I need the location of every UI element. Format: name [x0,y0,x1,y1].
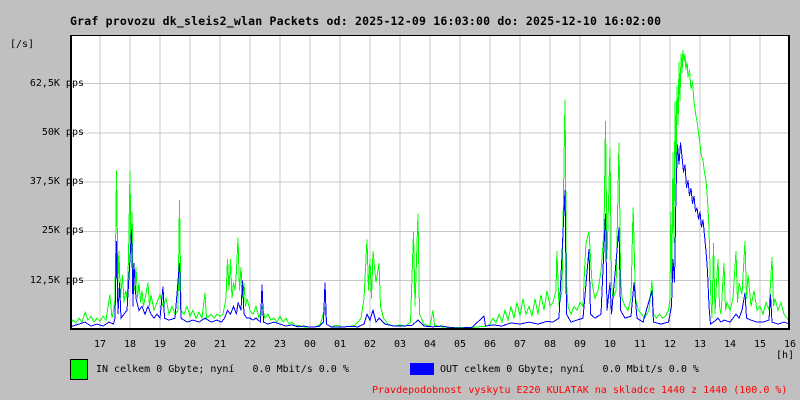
out-legend-swatch [410,363,434,375]
x-tick-label: 11 [633,339,647,350]
x-tick-label: 20 [183,339,197,350]
x-tick-label: 05 [453,339,467,350]
y-tick-label: 12,5K pps [29,274,84,286]
x-tick-label: 18 [123,339,137,350]
in-legend-label: IN celkem 0 Gbyte; nyní 0.0 Mbit/s 0.0 % [96,364,349,375]
x-tick-label: 03 [393,339,407,350]
traffic-line-chart [70,35,790,330]
x-tick-label: 10 [603,339,617,350]
x-tick-label: 01 [333,339,347,350]
x-tick-label: 00 [303,339,317,350]
x-tick-label: 02 [363,339,377,350]
x-tick-label: 06 [483,339,497,350]
x-tick-label: 13 [693,339,707,350]
x-tick-label: 23 [273,339,287,350]
x-tick-label: 22 [243,339,257,350]
x-tick-label: 17 [93,339,107,350]
plot-area [70,35,790,330]
y-tick-label: 25K pps [41,225,84,237]
x-axis-unit-label: [h] [775,350,794,361]
in-legend-swatch [70,359,88,380]
x-tick-label: 15 [753,339,767,350]
x-tick-label: 04 [423,339,437,350]
x-tick-label: 07 [513,339,527,350]
x-tick-label: 14 [723,339,737,350]
y-tick-label: 62,5K pps [29,77,84,89]
x-tick-label: 12 [663,339,677,350]
out-legend-label: OUT celkem 0 Gbyte; nyní 0.0 Mbit/s 0.0 … [440,364,699,375]
y-tick-label: 50K pps [41,126,84,138]
x-tick-label: 09 [573,339,587,350]
graph-title: Graf provozu dk_sleis2_wlan Packets od: … [70,14,662,28]
x-tick-label: 21 [213,339,227,350]
availability-notice: Pravdepodobnost vyskytu E220 KULATAK na … [372,385,788,396]
y-axis-unit-label: [/s] [10,39,35,50]
x-tick-label: 08 [543,339,557,350]
y-tick-label: 37,5K pps [29,176,84,188]
x-tick-label: 19 [153,339,167,350]
mrtg-traffic-graph-page: { "title": "Graf provozu dk_sleis2_wlan … [0,0,800,400]
